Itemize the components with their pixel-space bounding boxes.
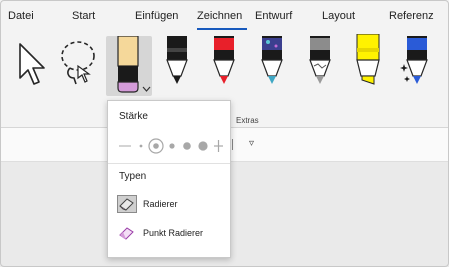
eraser-options-dropdown: Stärke Typen Radierer Punkt Radierer	[107, 100, 231, 258]
tab-datei[interactable]: Datei	[8, 10, 34, 22]
thickness-heading: Stärke	[119, 111, 148, 122]
tab-referenz[interactable]: Referenz	[389, 10, 434, 22]
thickness-option-thin	[139, 144, 143, 148]
customize-chevron-icon[interactable]: ▿	[249, 138, 254, 149]
thickness-option-thickest	[198, 141, 208, 151]
types-heading: Typen	[119, 171, 147, 182]
thickness-option-thick	[169, 143, 175, 149]
action-pen-icon[interactable]	[400, 36, 430, 86]
lasso-select-icon[interactable]	[56, 38, 100, 88]
thickness-option-thicker	[183, 142, 191, 150]
point-eraser-icon	[119, 227, 134, 240]
active-tab-indicator	[197, 28, 247, 30]
type-option-point-eraser[interactable]: Punkt Radierer	[116, 223, 224, 245]
thickness-selector	[117, 137, 223, 155]
tab-layout[interactable]: Layout	[322, 10, 355, 22]
group-label-extras: Extras	[236, 116, 259, 125]
yellow-highlighter-icon[interactable]	[354, 34, 382, 86]
dropdown-divider	[108, 163, 230, 164]
select-pointer-icon[interactable]	[14, 40, 48, 88]
chevron-down-icon[interactable]	[142, 86, 151, 93]
tab-entwurf[interactable]: Entwurf	[255, 10, 292, 22]
tab-einfuegen[interactable]: Einfügen	[135, 10, 178, 22]
point-eraser-label: Punkt Radierer	[143, 228, 204, 238]
type-option-stroke-eraser[interactable]: Radierer	[116, 194, 224, 216]
silver-pen-icon[interactable]	[307, 36, 333, 86]
red-pen-icon[interactable]	[211, 36, 237, 86]
tab-zeichnen[interactable]: Zeichnen	[197, 10, 242, 22]
stroke-eraser-icon	[117, 195, 137, 213]
eraser-tool-icon	[117, 36, 139, 93]
ribbon-tabs: Datei Start Einfügen Zeichnen Entwurf La…	[0, 0, 449, 34]
black-pen-icon[interactable]	[164, 36, 190, 86]
stroke-eraser-label: Radierer	[143, 199, 178, 209]
galaxy-pen-icon[interactable]	[259, 36, 285, 86]
thickness-option-medium-selected	[153, 143, 159, 149]
eraser-tool-button[interactable]	[106, 36, 152, 96]
quick-access-separator	[232, 139, 233, 150]
tab-start[interactable]: Start	[72, 10, 95, 22]
